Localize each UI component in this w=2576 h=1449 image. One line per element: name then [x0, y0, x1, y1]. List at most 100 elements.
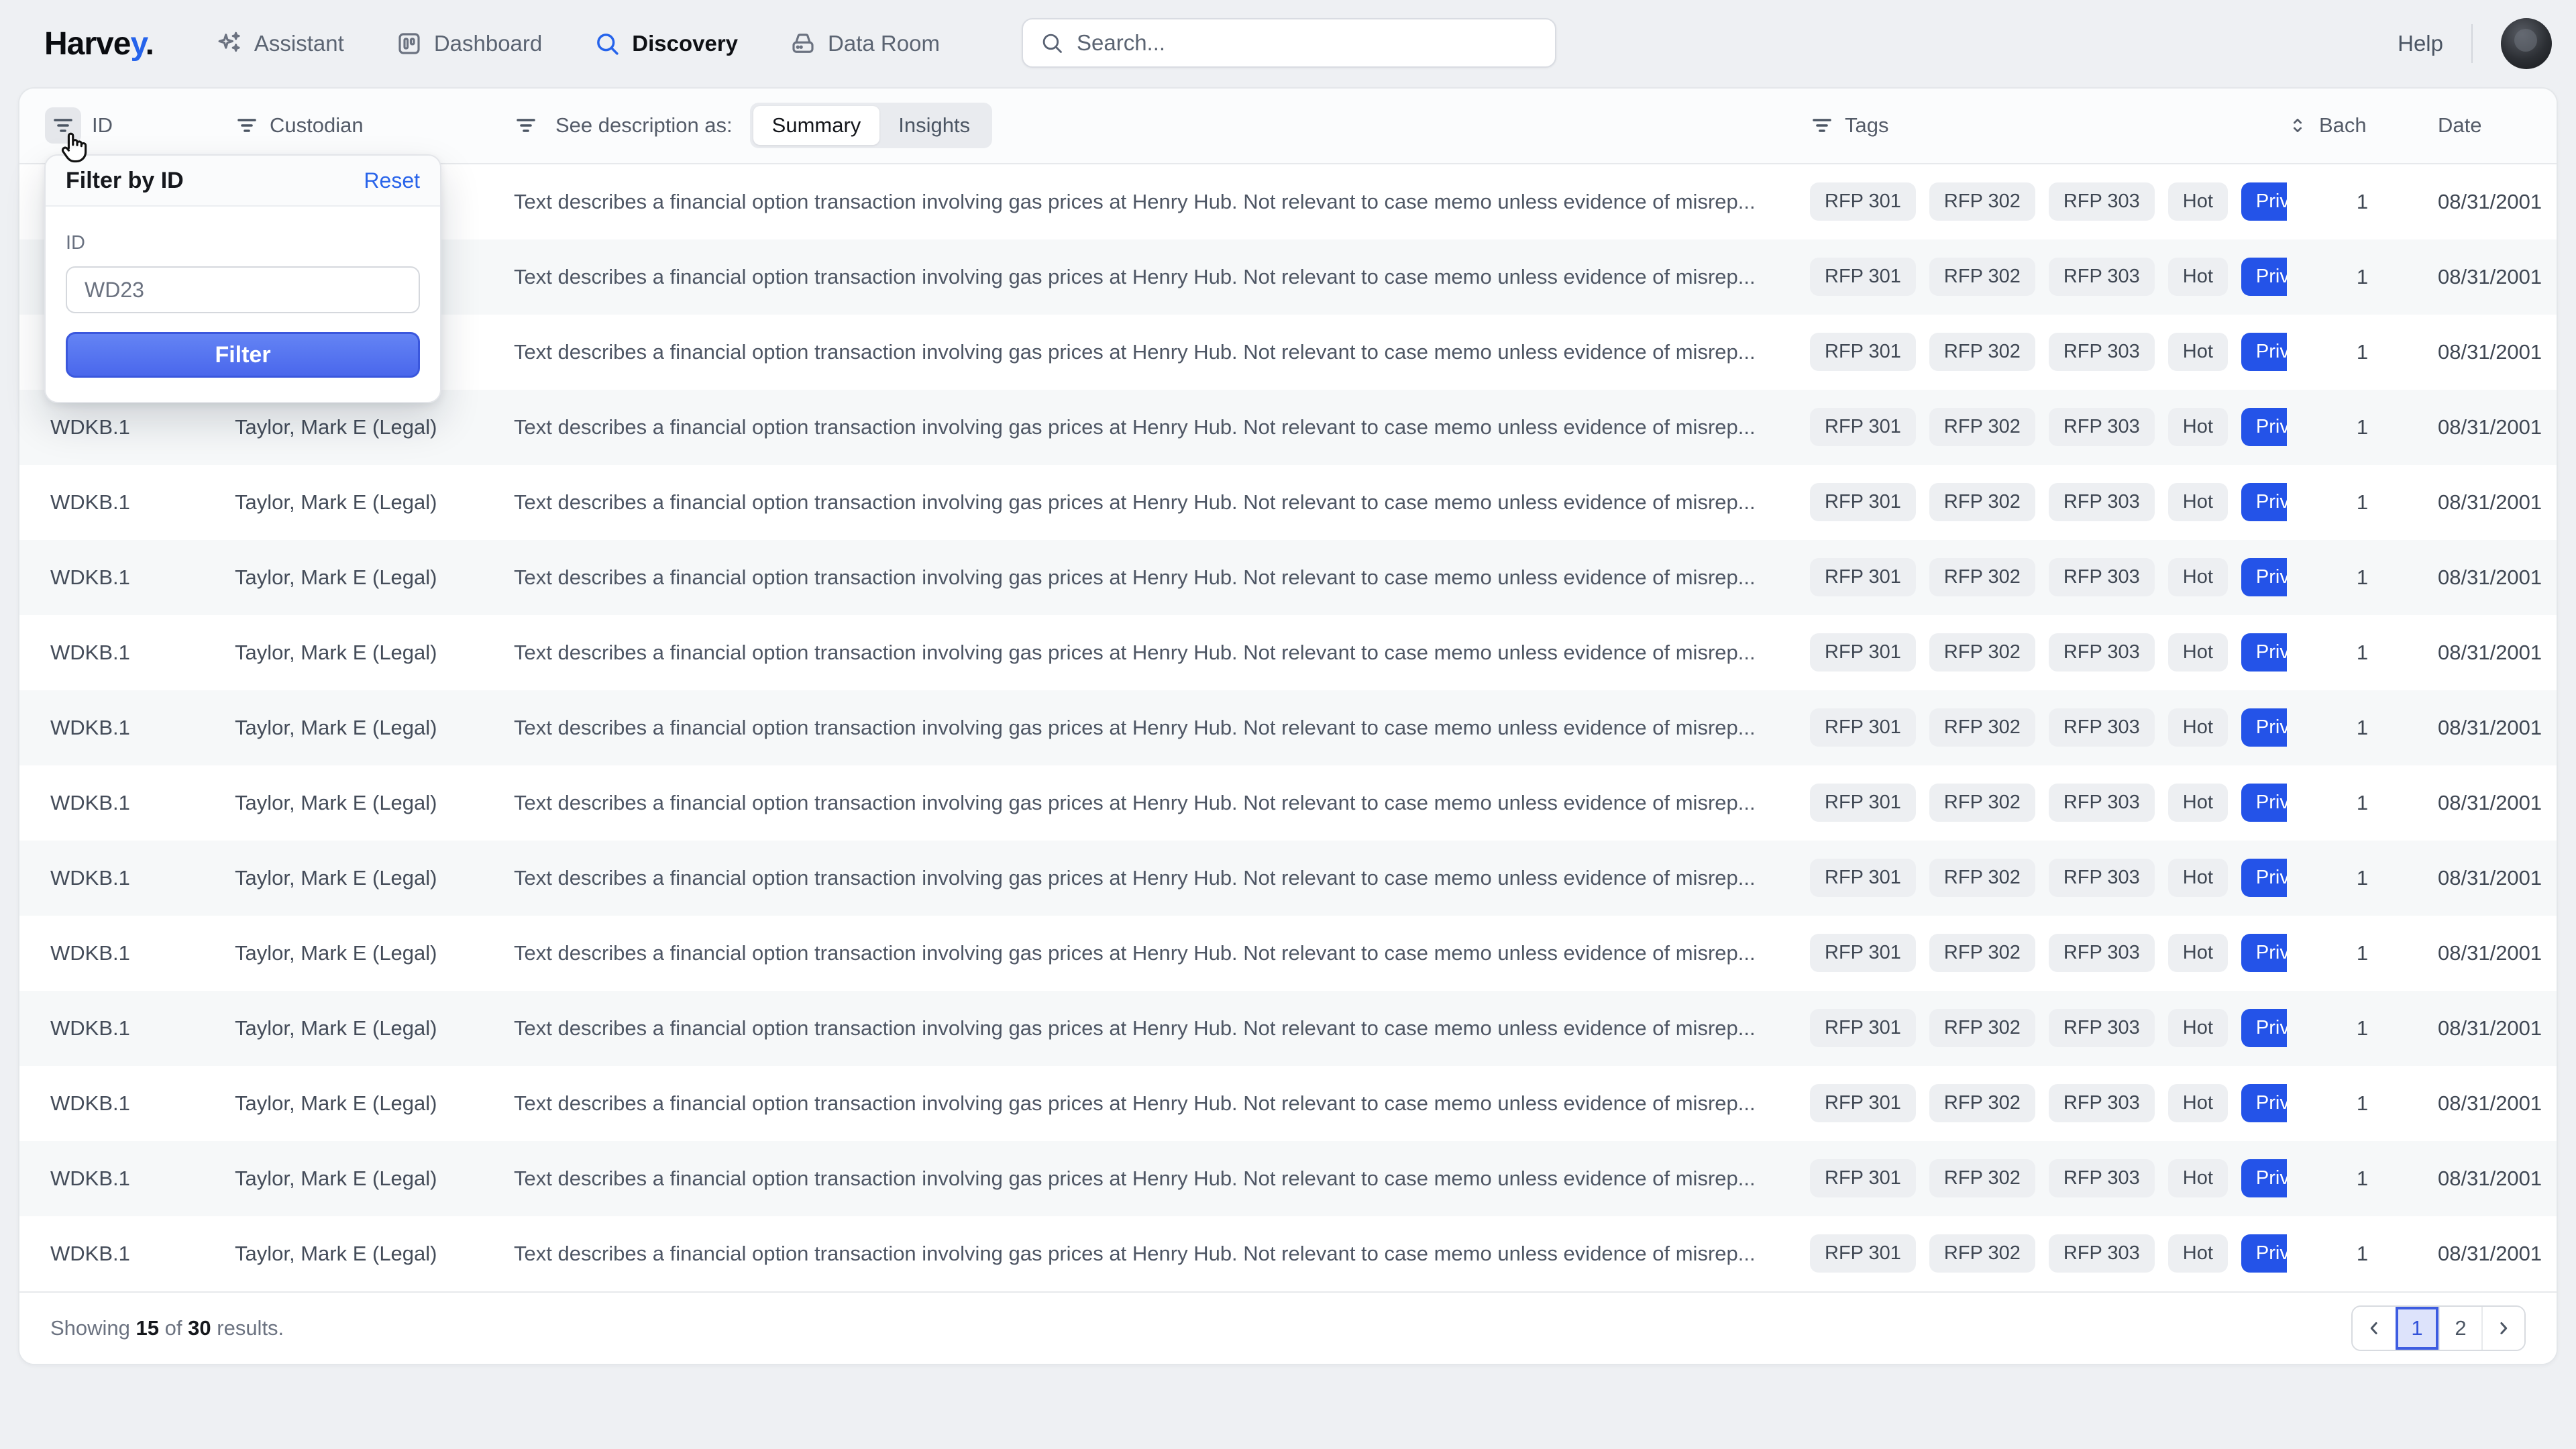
tag-pill[interactable]: RFP 302: [1929, 1234, 2035, 1273]
table-row[interactable]: WDKB.1 Taylor, Mark E (Legal) Text descr…: [19, 1141, 2557, 1216]
tag-pill[interactable]: RFP 301: [1810, 1234, 1916, 1273]
table-row[interactable]: WDKB.1 Taylor, Mark E (Legal) Text descr…: [19, 540, 2557, 615]
nav-item-assistant[interactable]: Assistant: [215, 30, 344, 58]
tag-pill[interactable]: RFP 303: [2049, 1009, 2155, 1047]
help-link[interactable]: Help: [2398, 31, 2443, 56]
filter-submit-button[interactable]: Filter: [66, 332, 420, 378]
tag-pill[interactable]: RFP 301: [1810, 558, 1916, 596]
table-row[interactable]: WDKB.1 Taylor, Mark E (Legal) Text descr…: [19, 991, 2557, 1066]
tag-pill[interactable]: RFP 301: [1810, 859, 1916, 897]
tag-pill[interactable]: RFP 301: [1810, 633, 1916, 672]
tag-pill[interactable]: Hot: [2168, 558, 2228, 596]
tag-pill[interactable]: Hot: [2168, 708, 2228, 747]
table-row[interactable]: WDKB.1 Taylor, Mark E (Legal) Text descr…: [19, 690, 2557, 765]
global-search[interactable]: Search...: [1022, 18, 1556, 68]
tag-pill[interactable]: RFP 301: [1810, 483, 1916, 521]
filter-icon[interactable]: [235, 116, 259, 135]
tag-pill[interactable]: RFP 302: [1929, 784, 2035, 822]
nav-item-discovery[interactable]: Discovery: [593, 30, 738, 58]
tag-pill[interactable]: RFP 301: [1810, 708, 1916, 747]
tag-pill[interactable]: RFP 303: [2049, 859, 2155, 897]
filter-icon[interactable]: [1810, 116, 1834, 135]
tag-pill[interactable]: RFP 301: [1810, 1084, 1916, 1122]
priv-tag-pill[interactable]: Priv: [2241, 408, 2287, 446]
tag-pill[interactable]: Hot: [2168, 182, 2228, 221]
priv-tag-pill[interactable]: Priv: [2241, 633, 2287, 672]
tag-pill[interactable]: RFP 302: [1929, 333, 2035, 371]
priv-tag-pill[interactable]: Priv: [2241, 182, 2287, 221]
tag-pill[interactable]: RFP 301: [1810, 784, 1916, 822]
tag-pill[interactable]: RFP 302: [1929, 708, 2035, 747]
tag-pill[interactable]: RFP 303: [2049, 483, 2155, 521]
tag-pill[interactable]: Hot: [2168, 258, 2228, 296]
tag-pill[interactable]: RFP 302: [1929, 1159, 2035, 1197]
tag-pill[interactable]: RFP 302: [1929, 1009, 2035, 1047]
tag-pill[interactable]: Hot: [2168, 483, 2228, 521]
priv-tag-pill[interactable]: Priv: [2241, 258, 2287, 296]
page-button-2[interactable]: 2: [2438, 1307, 2481, 1350]
tag-pill[interactable]: RFP 301: [1810, 408, 1916, 446]
tag-pill[interactable]: RFP 302: [1929, 859, 2035, 897]
tag-pill[interactable]: RFP 303: [2049, 633, 2155, 672]
priv-tag-pill[interactable]: Priv: [2241, 708, 2287, 747]
toggle-summary[interactable]: Summary: [753, 106, 880, 145]
tag-pill[interactable]: RFP 303: [2049, 1234, 2155, 1273]
priv-tag-pill[interactable]: Priv: [2241, 934, 2287, 972]
table-row[interactable]: WDKB.1 Taylor, Mark E (Legal) Text descr…: [19, 1216, 2557, 1291]
tag-pill[interactable]: RFP 301: [1810, 182, 1916, 221]
id-filter-input[interactable]: [66, 266, 420, 313]
priv-tag-pill[interactable]: Priv: [2241, 784, 2287, 822]
tag-pill[interactable]: Hot: [2168, 633, 2228, 672]
tag-pill[interactable]: RFP 302: [1929, 558, 2035, 596]
priv-tag-pill[interactable]: Priv: [2241, 1084, 2287, 1122]
tag-pill[interactable]: RFP 302: [1929, 408, 2035, 446]
tag-pill[interactable]: RFP 303: [2049, 708, 2155, 747]
reset-button[interactable]: Reset: [364, 168, 420, 193]
table-row[interactable]: WDKB.1 Taylor, Mark E (Legal) Text descr…: [19, 1066, 2557, 1141]
previous-page-button[interactable]: [2353, 1307, 2396, 1350]
page-button-1[interactable]: 1: [2396, 1307, 2438, 1350]
tag-pill[interactable]: RFP 302: [1929, 633, 2035, 672]
user-avatar[interactable]: [2501, 18, 2552, 69]
tag-pill[interactable]: Hot: [2168, 859, 2228, 897]
tag-pill[interactable]: RFP 303: [2049, 182, 2155, 221]
priv-tag-pill[interactable]: Priv: [2241, 1234, 2287, 1273]
toggle-insights[interactable]: Insights: [879, 106, 989, 145]
tag-pill[interactable]: RFP 303: [2049, 934, 2155, 972]
tag-pill[interactable]: RFP 303: [2049, 784, 2155, 822]
tag-pill[interactable]: RFP 303: [2049, 1159, 2155, 1197]
tag-pill[interactable]: Hot: [2168, 1084, 2228, 1122]
priv-tag-pill[interactable]: Priv: [2241, 333, 2287, 371]
sort-icon[interactable]: [2287, 115, 2308, 136]
priv-tag-pill[interactable]: Priv: [2241, 1159, 2287, 1197]
tag-pill[interactable]: Hot: [2168, 784, 2228, 822]
tag-pill[interactable]: RFP 303: [2049, 558, 2155, 596]
tag-pill[interactable]: RFP 301: [1810, 934, 1916, 972]
table-row[interactable]: WDKB.1 Taylor, Mark E (Legal) Text descr…: [19, 465, 2557, 540]
tag-pill[interactable]: Hot: [2168, 934, 2228, 972]
tag-pill[interactable]: Hot: [2168, 1159, 2228, 1197]
table-row[interactable]: WDKB.1 Taylor, Mark E (Legal) Text descr…: [19, 841, 2557, 916]
priv-tag-pill[interactable]: Priv: [2241, 859, 2287, 897]
table-row[interactable]: WDKB.1 Taylor, Mark E (Legal) Text descr…: [19, 615, 2557, 690]
tag-pill[interactable]: RFP 301: [1810, 1009, 1916, 1047]
tag-pill[interactable]: Hot: [2168, 1234, 2228, 1273]
tag-pill[interactable]: RFP 302: [1929, 1084, 2035, 1122]
tag-pill[interactable]: RFP 303: [2049, 1084, 2155, 1122]
tag-pill[interactable]: RFP 303: [2049, 333, 2155, 371]
tag-pill[interactable]: RFP 302: [1929, 182, 2035, 221]
tag-pill[interactable]: RFP 301: [1810, 1159, 1916, 1197]
priv-tag-pill[interactable]: Priv: [2241, 558, 2287, 596]
tag-pill[interactable]: RFP 303: [2049, 258, 2155, 296]
tag-pill[interactable]: Hot: [2168, 408, 2228, 446]
nav-item-dashboard[interactable]: Dashboard: [395, 30, 542, 58]
priv-tag-pill[interactable]: Priv: [2241, 1009, 2287, 1047]
tag-pill[interactable]: RFP 302: [1929, 258, 2035, 296]
tag-pill[interactable]: Hot: [2168, 333, 2228, 371]
tag-pill[interactable]: Hot: [2168, 1009, 2228, 1047]
nav-item-data-room[interactable]: Data Room: [789, 30, 940, 58]
table-row[interactable]: WDKB.1 Taylor, Mark E (Legal) Text descr…: [19, 916, 2557, 991]
harvey-logo[interactable]: Harvey.: [44, 25, 154, 62]
filter-icon[interactable]: [514, 116, 538, 135]
next-page-button[interactable]: [2481, 1307, 2524, 1350]
